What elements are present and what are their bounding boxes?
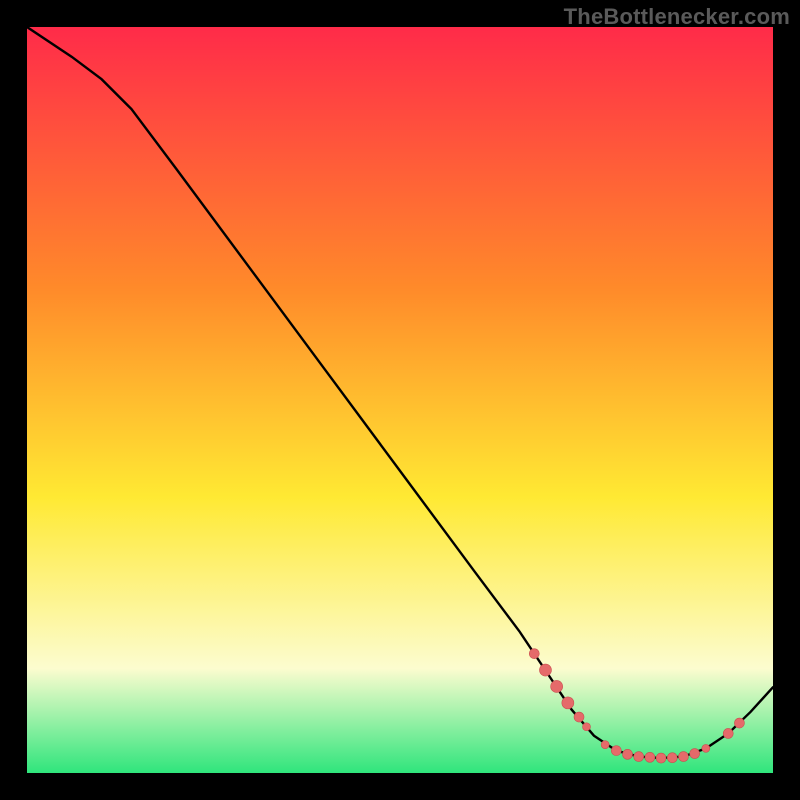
highlight-dot xyxy=(562,697,574,709)
highlight-dot xyxy=(734,718,744,728)
chart-frame: TheBottlenecker.com xyxy=(0,0,800,800)
highlight-dot xyxy=(574,712,584,722)
highlight-dot xyxy=(678,752,688,762)
highlight-dot xyxy=(656,753,666,763)
highlight-dot xyxy=(702,744,710,752)
plot-area xyxy=(27,27,773,773)
highlight-dot xyxy=(529,649,539,659)
highlight-dot xyxy=(601,741,609,749)
bottleneck-chart xyxy=(27,27,773,773)
highlight-dot xyxy=(690,749,700,759)
highlight-dot xyxy=(611,746,621,756)
highlight-dot xyxy=(539,664,551,676)
highlight-dot xyxy=(723,728,733,738)
highlight-dot xyxy=(583,723,591,731)
highlight-dot xyxy=(551,680,563,692)
highlight-dot xyxy=(623,749,633,759)
gradient-background xyxy=(27,27,773,773)
highlight-dot xyxy=(645,752,655,762)
highlight-dot xyxy=(634,752,644,762)
highlight-dot xyxy=(667,753,677,763)
